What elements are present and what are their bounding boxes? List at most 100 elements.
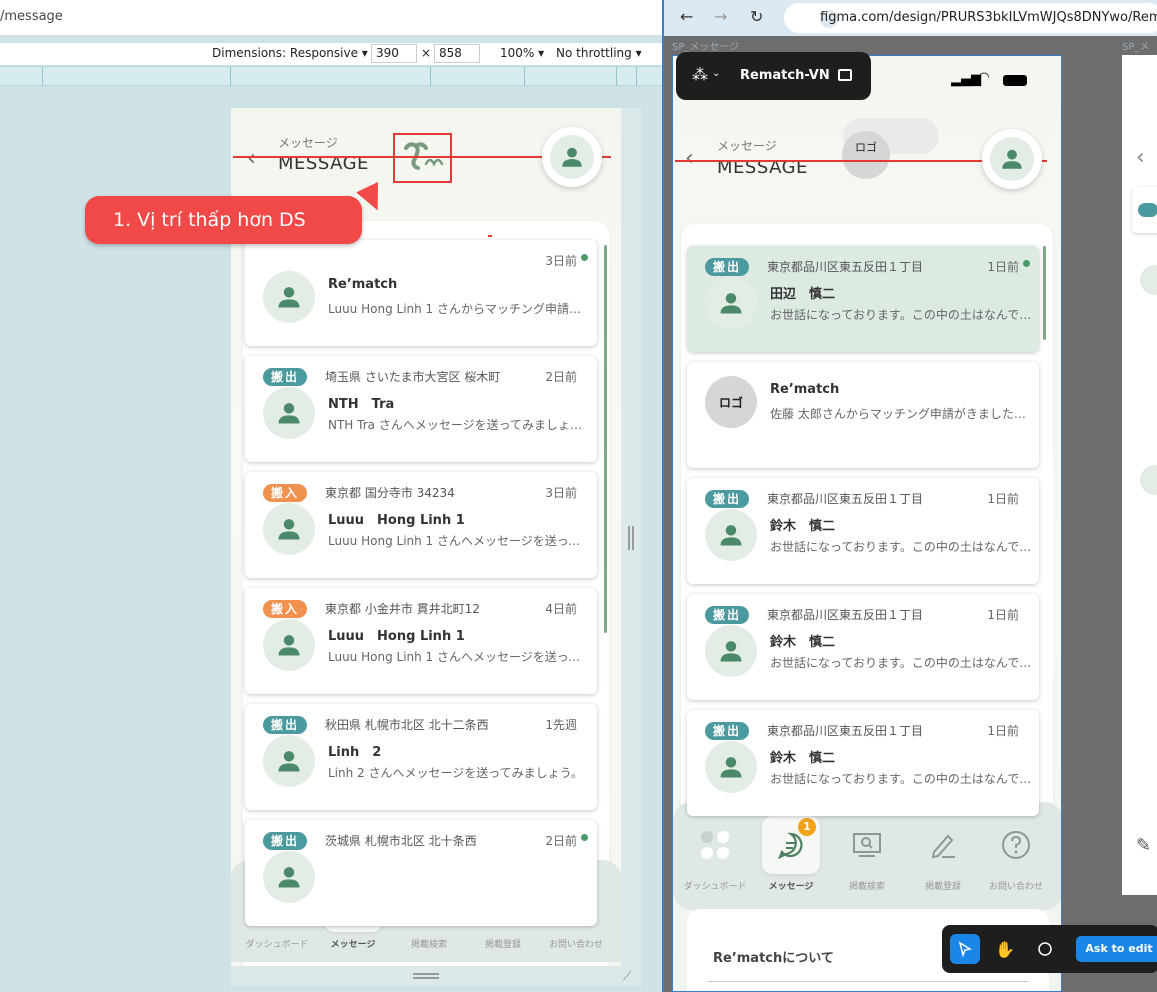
throttle-select[interactable]: No throttling ▾ bbox=[556, 46, 642, 60]
message-card[interactable]: 搬出 茨城県 札幌市北区 北十条西 2日前 bbox=[245, 820, 597, 926]
message-card[interactable]: 3日前 Re’match Luuu Hong Linh 1 さんからマッチング申請が… bbox=[245, 240, 597, 346]
chevron-down-icon[interactable]: ⌄ bbox=[712, 68, 720, 79]
unread-dot bbox=[581, 834, 588, 841]
message-card[interactable]: 搬出 東京都品川区東五反田１丁目 1日前 鈴木 慎二 お世話になっております。この中の土… bbox=[687, 594, 1039, 700]
page-subtitle: メッセージ bbox=[278, 136, 338, 150]
person-icon bbox=[278, 287, 300, 308]
red-mark bbox=[488, 235, 492, 237]
person-icon bbox=[278, 751, 300, 772]
message-preview: お世話になっております。この中の土はなんで… bbox=[770, 656, 1032, 670]
nav-item-dashboard[interactable]: ダッシュボード bbox=[679, 802, 751, 904]
message-card[interactable]: 搬出 東京都品川区東五反田１丁目 1日前 鈴木 慎二 お世話になっております。この中の土… bbox=[687, 710, 1039, 816]
message-preview: Linh 2 さんへメッセージを送ってみましょう。 bbox=[328, 766, 583, 780]
edit-icon[interactable]: ✎ bbox=[1136, 835, 1151, 856]
message-preview: Luuu Hong Linh 1 さんへメッセージを送って… bbox=[328, 534, 584, 548]
nav-item-search-monitor[interactable]: 掲載検索 bbox=[831, 802, 903, 904]
address-bar[interactable]: /message bbox=[0, 0, 662, 36]
media-query-ruler[interactable] bbox=[0, 66, 662, 86]
user-avatar[interactable] bbox=[542, 127, 602, 187]
back-arrow-icon[interactable]: ← bbox=[680, 7, 693, 26]
viewport-bottom-strip[interactable]: ⟋ bbox=[231, 966, 641, 986]
forward-arrow-icon[interactable]: → bbox=[714, 7, 727, 26]
message-preview: お世話になっております。この中の土はなんで… bbox=[770, 308, 1032, 322]
transport-tag: 搬入 bbox=[263, 600, 307, 618]
contact-avatar bbox=[705, 509, 757, 561]
height-input[interactable]: 858 bbox=[434, 44, 480, 63]
comment-tool-icon[interactable] bbox=[1030, 934, 1060, 964]
ask-to-edit-button[interactable]: Ask to edit bbox=[1076, 936, 1157, 962]
nav-item-pencil[interactable]: 掲載登録 bbox=[907, 802, 979, 904]
transport-tag: 搬出 bbox=[263, 368, 307, 386]
figma-url-text: figma.com/design/PRURS3bkILVmWJQs8DNYwo/… bbox=[820, 10, 1157, 25]
chat-icon: 1 bbox=[762, 816, 820, 874]
figma-address-bar[interactable]: figma.com/design/PRURS3bkILVmWJQs8DNYwo/… bbox=[784, 3, 1157, 33]
card-time: 3日前 bbox=[545, 254, 577, 268]
sidebar-toggle-icon[interactable] bbox=[838, 69, 852, 81]
nav-item-question[interactable]: お問い合わせ bbox=[980, 802, 1052, 904]
message-card[interactable]: ロゴ Re’match 佐藤 太郎さんからマッチング申請がきました… bbox=[687, 362, 1039, 468]
message-card[interactable]: 搬入 東京都 小金井市 貫井北町12 4日前 Luuu Hong Linh 1 Luuu… bbox=[245, 588, 597, 694]
nav-label: メッセージ bbox=[330, 940, 376, 950]
transport-tag: 搬出 bbox=[263, 832, 307, 850]
message-card[interactable]: 搬出 東京都品川区東五反田１丁目 1日前 田辺 慎二 お世話になっております。この中の土… bbox=[687, 246, 1039, 352]
question-icon bbox=[987, 816, 1045, 874]
hand-tool-icon[interactable]: ✋ bbox=[990, 934, 1020, 964]
user-avatar[interactable] bbox=[982, 129, 1042, 189]
contact-name: Luuu Hong Linh 1 bbox=[328, 513, 465, 528]
frame-label[interactable]: SP_メッセージ bbox=[672, 38, 739, 53]
person-icon bbox=[720, 293, 742, 314]
nav-label: ダッシュボード bbox=[683, 882, 747, 892]
bottom-navigation: ダッシュボード 1 メッセージ 掲載検索 掲載登録 お問い合わせ bbox=[673, 802, 1061, 910]
url-text: /message bbox=[0, 9, 63, 24]
person-icon bbox=[720, 525, 742, 546]
card-address: 東京都 国分寺市 34234 bbox=[325, 486, 455, 500]
list-scrollbar-thumb[interactable] bbox=[1043, 246, 1046, 340]
transport-tag: 搬出 bbox=[705, 490, 749, 508]
card-address: 東京都品川区東五反田１丁目 bbox=[767, 724, 924, 738]
browser-toolbar: ← → ↻ figma.com/design/PRURS3bkILVmWJQs8… bbox=[664, 0, 1157, 36]
width-input[interactable]: 390 bbox=[371, 44, 417, 63]
contact-avatar bbox=[705, 277, 757, 329]
signal-icon: ▂▄▆ bbox=[951, 72, 981, 87]
zoom-select[interactable]: 100% ▾ bbox=[500, 46, 544, 60]
resize-corner-icon[interactable]: ⟋ bbox=[623, 969, 631, 984]
message-card[interactable]: 搬出 東京都品川区東五反田１丁目 1日前 鈴木 慎二 お世話になっております。この中の土… bbox=[687, 478, 1039, 584]
nav-label: 掲載登録 bbox=[924, 882, 961, 892]
person-icon bbox=[278, 867, 300, 888]
card-time: 2日前 bbox=[545, 370, 577, 384]
frame-label-2[interactable]: SP_メ bbox=[1122, 38, 1149, 53]
figma-menu-icon[interactable]: ⁂ bbox=[692, 65, 708, 84]
transport-tag: 搬出 bbox=[705, 258, 749, 276]
message-badge: 1 bbox=[798, 818, 816, 836]
back-icon[interactable]: ‹ bbox=[685, 146, 694, 171]
contact-name: 鈴木 慎二 bbox=[770, 751, 836, 766]
figma-file-toolbar: ⁂ ⌄ Rematch-VN bbox=[676, 52, 871, 100]
figma-frame-message[interactable]: ▂▄▆ ◠ ‹ メッセージ MESSAGE ロゴ ダッシュボード 1 メッセージ 掲載… bbox=[672, 55, 1062, 992]
cursor-tool-icon[interactable] bbox=[950, 934, 980, 964]
message-preview: 佐藤 太郎さんからマッチング申請がきました… bbox=[770, 407, 1026, 421]
back-icon[interactable]: ‹ bbox=[247, 146, 256, 171]
message-preview: お世話になっております。この中の土はなんで… bbox=[770, 540, 1032, 554]
message-card[interactable]: 搬出 埼玉県 さいたま市大宮区 桜木町 2日前 NTH Tra NTH Tra さんへメ… bbox=[245, 356, 597, 462]
dimensions-select[interactable]: Dimensions: Responsive ▾ bbox=[212, 46, 368, 60]
person-icon bbox=[1002, 149, 1022, 169]
dashboard-icon bbox=[686, 816, 744, 874]
transport-tag: 搬入 bbox=[263, 484, 307, 502]
pencil-icon bbox=[914, 816, 972, 874]
devtools-pane: /message Dimensions: Responsive ▾ 390 × … bbox=[0, 0, 662, 992]
file-name[interactable]: Rematch-VN bbox=[740, 68, 830, 83]
card-time: 2日前 bbox=[545, 834, 577, 848]
wifi-icon: ◠ bbox=[979, 70, 989, 85]
message-card[interactable]: 搬出 秋田県 札幌市北区 北十二条西 1先週 Linh 2 Linh 2 さんへメッセー… bbox=[245, 704, 597, 810]
reload-icon[interactable]: ↻ bbox=[750, 7, 763, 26]
card-time: 1日前 bbox=[987, 492, 1019, 506]
card-time: 1日前 bbox=[987, 724, 1019, 738]
nav-item-chat[interactable]: 1 メッセージ bbox=[755, 802, 827, 904]
message-card[interactable]: 搬入 東京都 国分寺市 34234 3日前 Luuu Hong Linh 1 Luuu … bbox=[245, 472, 597, 578]
card-time: 1日前 bbox=[987, 608, 1019, 622]
viewport-resize-strip[interactable] bbox=[621, 108, 641, 966]
card-address: 秋田県 札幌市北区 北十二条西 bbox=[325, 718, 489, 732]
person-icon bbox=[278, 635, 300, 656]
caret-down-icon: ▾ bbox=[635, 46, 642, 60]
list-scrollbar-thumb[interactable] bbox=[604, 245, 607, 633]
